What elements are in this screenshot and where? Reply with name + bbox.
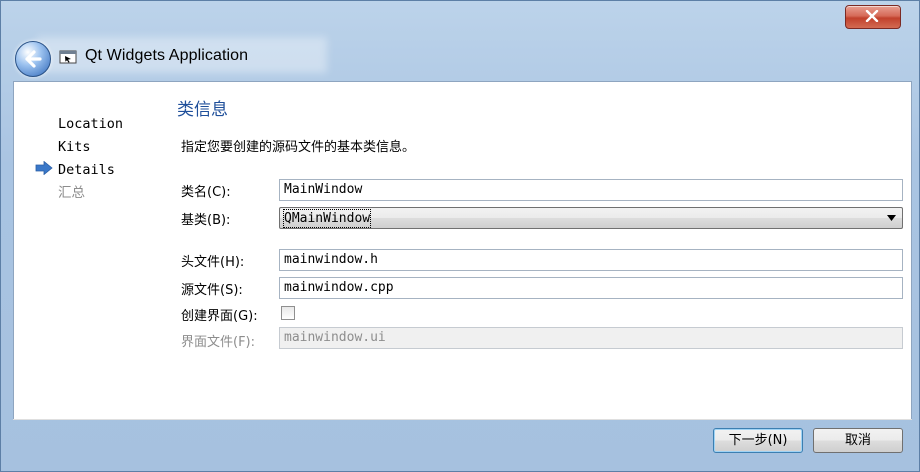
step-summary: 汇总: [58, 185, 85, 201]
class-name-input[interactable]: MainWindow: [279, 179, 903, 201]
create-form-checkbox[interactable]: [281, 306, 295, 320]
class-name-label: 类名(C):: [181, 185, 231, 200]
wizard-window: Qt Widgets Application Location Kits Det…: [0, 0, 920, 472]
app-window-icon: [59, 50, 77, 64]
current-step-arrow-icon: [35, 161, 53, 175]
back-button[interactable]: [15, 41, 51, 77]
back-arrow-icon: [25, 50, 42, 68]
step-details: Details: [58, 162, 115, 178]
form-file-label: 界面文件(F):: [181, 335, 256, 350]
page-description: 指定您要创建的源码文件的基本类信息。: [181, 140, 416, 155]
next-button[interactable]: 下一步(N): [713, 428, 803, 453]
source-file-label: 源文件(S):: [181, 283, 243, 298]
chevron-down-icon: [887, 215, 896, 221]
base-class-select[interactable]: QMainWindow: [279, 207, 903, 229]
base-class-label: 基类(B):: [181, 213, 231, 228]
wizard-steps: Location Kits Details 汇总: [58, 113, 123, 205]
close-button[interactable]: [845, 5, 901, 29]
page-title: 类信息: [177, 100, 228, 120]
close-icon: [865, 10, 879, 22]
footer-divider: [13, 419, 912, 420]
source-file-input[interactable]: mainwindow.cpp: [279, 277, 903, 299]
window-title: Qt Widgets Application: [85, 47, 249, 64]
header-file-input[interactable]: mainwindow.h: [279, 249, 903, 271]
create-form-label: 创建界面(G):: [181, 309, 258, 324]
form-file-input: mainwindow.ui: [279, 327, 903, 349]
cancel-button[interactable]: 取消: [813, 428, 903, 453]
header-file-label: 头文件(H):: [181, 255, 245, 270]
step-kits: Kits: [58, 139, 91, 155]
base-class-value: QMainWindow: [283, 209, 372, 228]
step-location: Location: [58, 116, 124, 132]
